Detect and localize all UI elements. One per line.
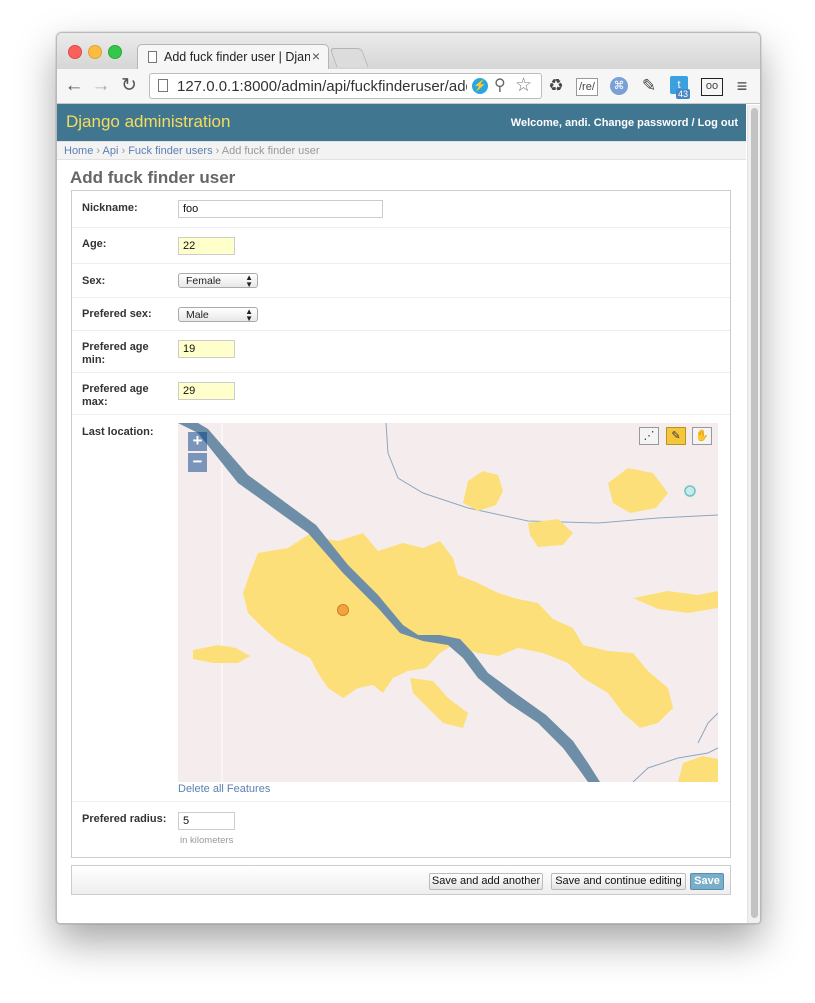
admin-page: Django administration Welcome, andi. Cha… (57, 104, 746, 923)
browser-toolbar: ← → ↻ 127.0.0.1:8000/admin/api/fuckfinde… (57, 69, 760, 104)
pan-hand-icon[interactable]: ✋ (692, 427, 712, 445)
welcome-text: Welcome, (510, 117, 565, 129)
prefered-age-max-input[interactable] (178, 382, 235, 400)
form-row-prefered-sex: Prefered sex: Male ▲ ▼ (72, 298, 730, 331)
save-and-continue-button[interactable]: Save and continue editing (551, 873, 686, 890)
sex-label: Sex: (82, 275, 106, 287)
modify-feature-icon[interactable]: ⋰ (639, 427, 659, 445)
command-icon[interactable]: ⌘ (610, 77, 628, 95)
select-arrows-icon: ▲ ▼ (245, 307, 253, 323)
prefered-age-min-label: Prefered age min: (82, 341, 149, 366)
form-row-age: Age: (72, 228, 730, 264)
prefered-sex-label: Prefered sex: (82, 308, 152, 320)
map-tiles (178, 423, 718, 782)
prefered-age-max-label: Prefered age max: (82, 383, 149, 408)
minimize-window-button[interactable] (88, 45, 102, 59)
twitter-badge: 43 (676, 89, 691, 99)
prefered-sex-select-value: Male (186, 309, 209, 321)
maximize-window-button[interactable] (108, 45, 122, 59)
prefered-sex-select[interactable]: Male ▲ ▼ (178, 307, 258, 323)
sex-select-value: Female (186, 275, 222, 287)
breadcrumb-current: Add fuck finder user (221, 145, 320, 157)
save-button[interactable]: Save (690, 873, 724, 890)
change-password-link[interactable]: Change password (594, 117, 689, 129)
close-window-button[interactable] (68, 45, 82, 59)
form-row-prefered-radius: Prefered radius: in kilometers (72, 802, 730, 858)
breadcrumb-app[interactable]: Api (103, 145, 119, 157)
prefered-age-min-input[interactable] (178, 340, 235, 358)
submit-row: Save and add another Save and continue e… (71, 865, 731, 895)
breadcrumb-sep: › (118, 145, 129, 157)
site-branding[interactable]: Django administration (66, 112, 230, 132)
breadcrumb-sep: › (93, 145, 103, 157)
mask-icon[interactable]: oo (701, 78, 723, 96)
nickname-input[interactable] (178, 200, 383, 218)
bolt-icon[interactable]: ⚡ (472, 78, 488, 94)
bookmark-star-icon[interactable]: ☆ (515, 74, 532, 97)
pen-icon[interactable]: ✎ (639, 76, 659, 96)
separator: / (688, 117, 698, 129)
regex-extension-icon[interactable]: /re/ (576, 78, 598, 96)
prefered-radius-help: in kilometers (180, 835, 234, 846)
form-row-last-location: Last location: + − ⋰ ✎ ✋ Delete all Feat… (72, 415, 730, 802)
browser-window: Add fuck finder user | Django × ← → ↻ 12… (56, 32, 761, 924)
page-title: Add fuck finder user (70, 168, 236, 187)
form-fieldset: Nickname: Age: Sex: Female ▲▼ Prefered s… (71, 190, 731, 858)
location-map[interactable]: + − ⋰ ✎ ✋ (178, 423, 718, 782)
forward-arrow-icon[interactable]: → (90, 75, 112, 97)
zoom-icon[interactable]: ⚲ (494, 75, 506, 95)
address-bar[interactable]: 127.0.0.1:8000/admin/api/fuckfinderuser/… (149, 73, 542, 99)
form-row-sex: Sex: Female ▲ ▼ (72, 264, 730, 298)
form-row-nickname: Nickname: (72, 191, 730, 228)
tab-title: Add fuck finder user | Django (164, 50, 310, 64)
new-tab-button[interactable] (329, 48, 369, 67)
recycle-icon[interactable]: ♻ (545, 76, 567, 96)
age-input[interactable] (178, 237, 235, 255)
reload-icon[interactable]: ↻ (118, 75, 140, 97)
breadcrumb-sep: › (212, 145, 222, 157)
last-location-label: Last location: (82, 426, 154, 438)
prefered-radius-input[interactable] (178, 812, 235, 830)
username: andi (565, 117, 588, 129)
page-icon (148, 51, 157, 63)
browser-tab[interactable]: Add fuck finder user | Django × (137, 44, 329, 70)
prefered-radius-label: Prefered radius: (82, 813, 167, 825)
draw-point-icon[interactable]: ✎ (666, 427, 686, 445)
breadcrumb: Home › Api › Fuck finder users › Add fuc… (57, 141, 746, 160)
breadcrumb-model[interactable]: Fuck finder users (128, 145, 212, 157)
select-arrows-icon: ▲ ▼ (245, 273, 253, 289)
location-marker[interactable] (337, 604, 349, 616)
age-label: Age: (82, 238, 107, 250)
logout-link[interactable]: Log out (698, 117, 738, 129)
form-row-prefered-age-max: Prefered age max: (72, 373, 730, 415)
user-tools: Welcome, andi. Change password / Log out (510, 117, 738, 129)
scrollbar[interactable] (747, 105, 760, 923)
close-tab-icon[interactable]: × (312, 48, 320, 64)
scrollbar-thumb[interactable] (751, 108, 758, 918)
breadcrumb-home[interactable]: Home (64, 145, 93, 157)
nickname-label: Nickname: (82, 202, 138, 214)
zoom-in-button[interactable]: + (188, 432, 207, 451)
zoom-out-button[interactable]: − (188, 453, 207, 472)
delete-all-features-link[interactable]: Delete all Features (178, 783, 270, 795)
url-text[interactable]: 127.0.0.1:8000/admin/api/fuckfinderuser/… (177, 78, 467, 95)
save-and-add-another-button[interactable]: Save and add another (429, 873, 543, 890)
back-arrow-icon[interactable]: ← (63, 75, 85, 97)
form-row-prefered-age-min: Prefered age min: (72, 331, 730, 373)
menu-icon[interactable]: ≡ (732, 76, 752, 96)
sex-select[interactable]: Female ▲ ▼ (178, 273, 258, 289)
admin-header: Django administration Welcome, andi. Cha… (57, 104, 746, 141)
page-icon (158, 79, 168, 92)
tab-strip: Add fuck finder user | Django × (57, 33, 760, 70)
